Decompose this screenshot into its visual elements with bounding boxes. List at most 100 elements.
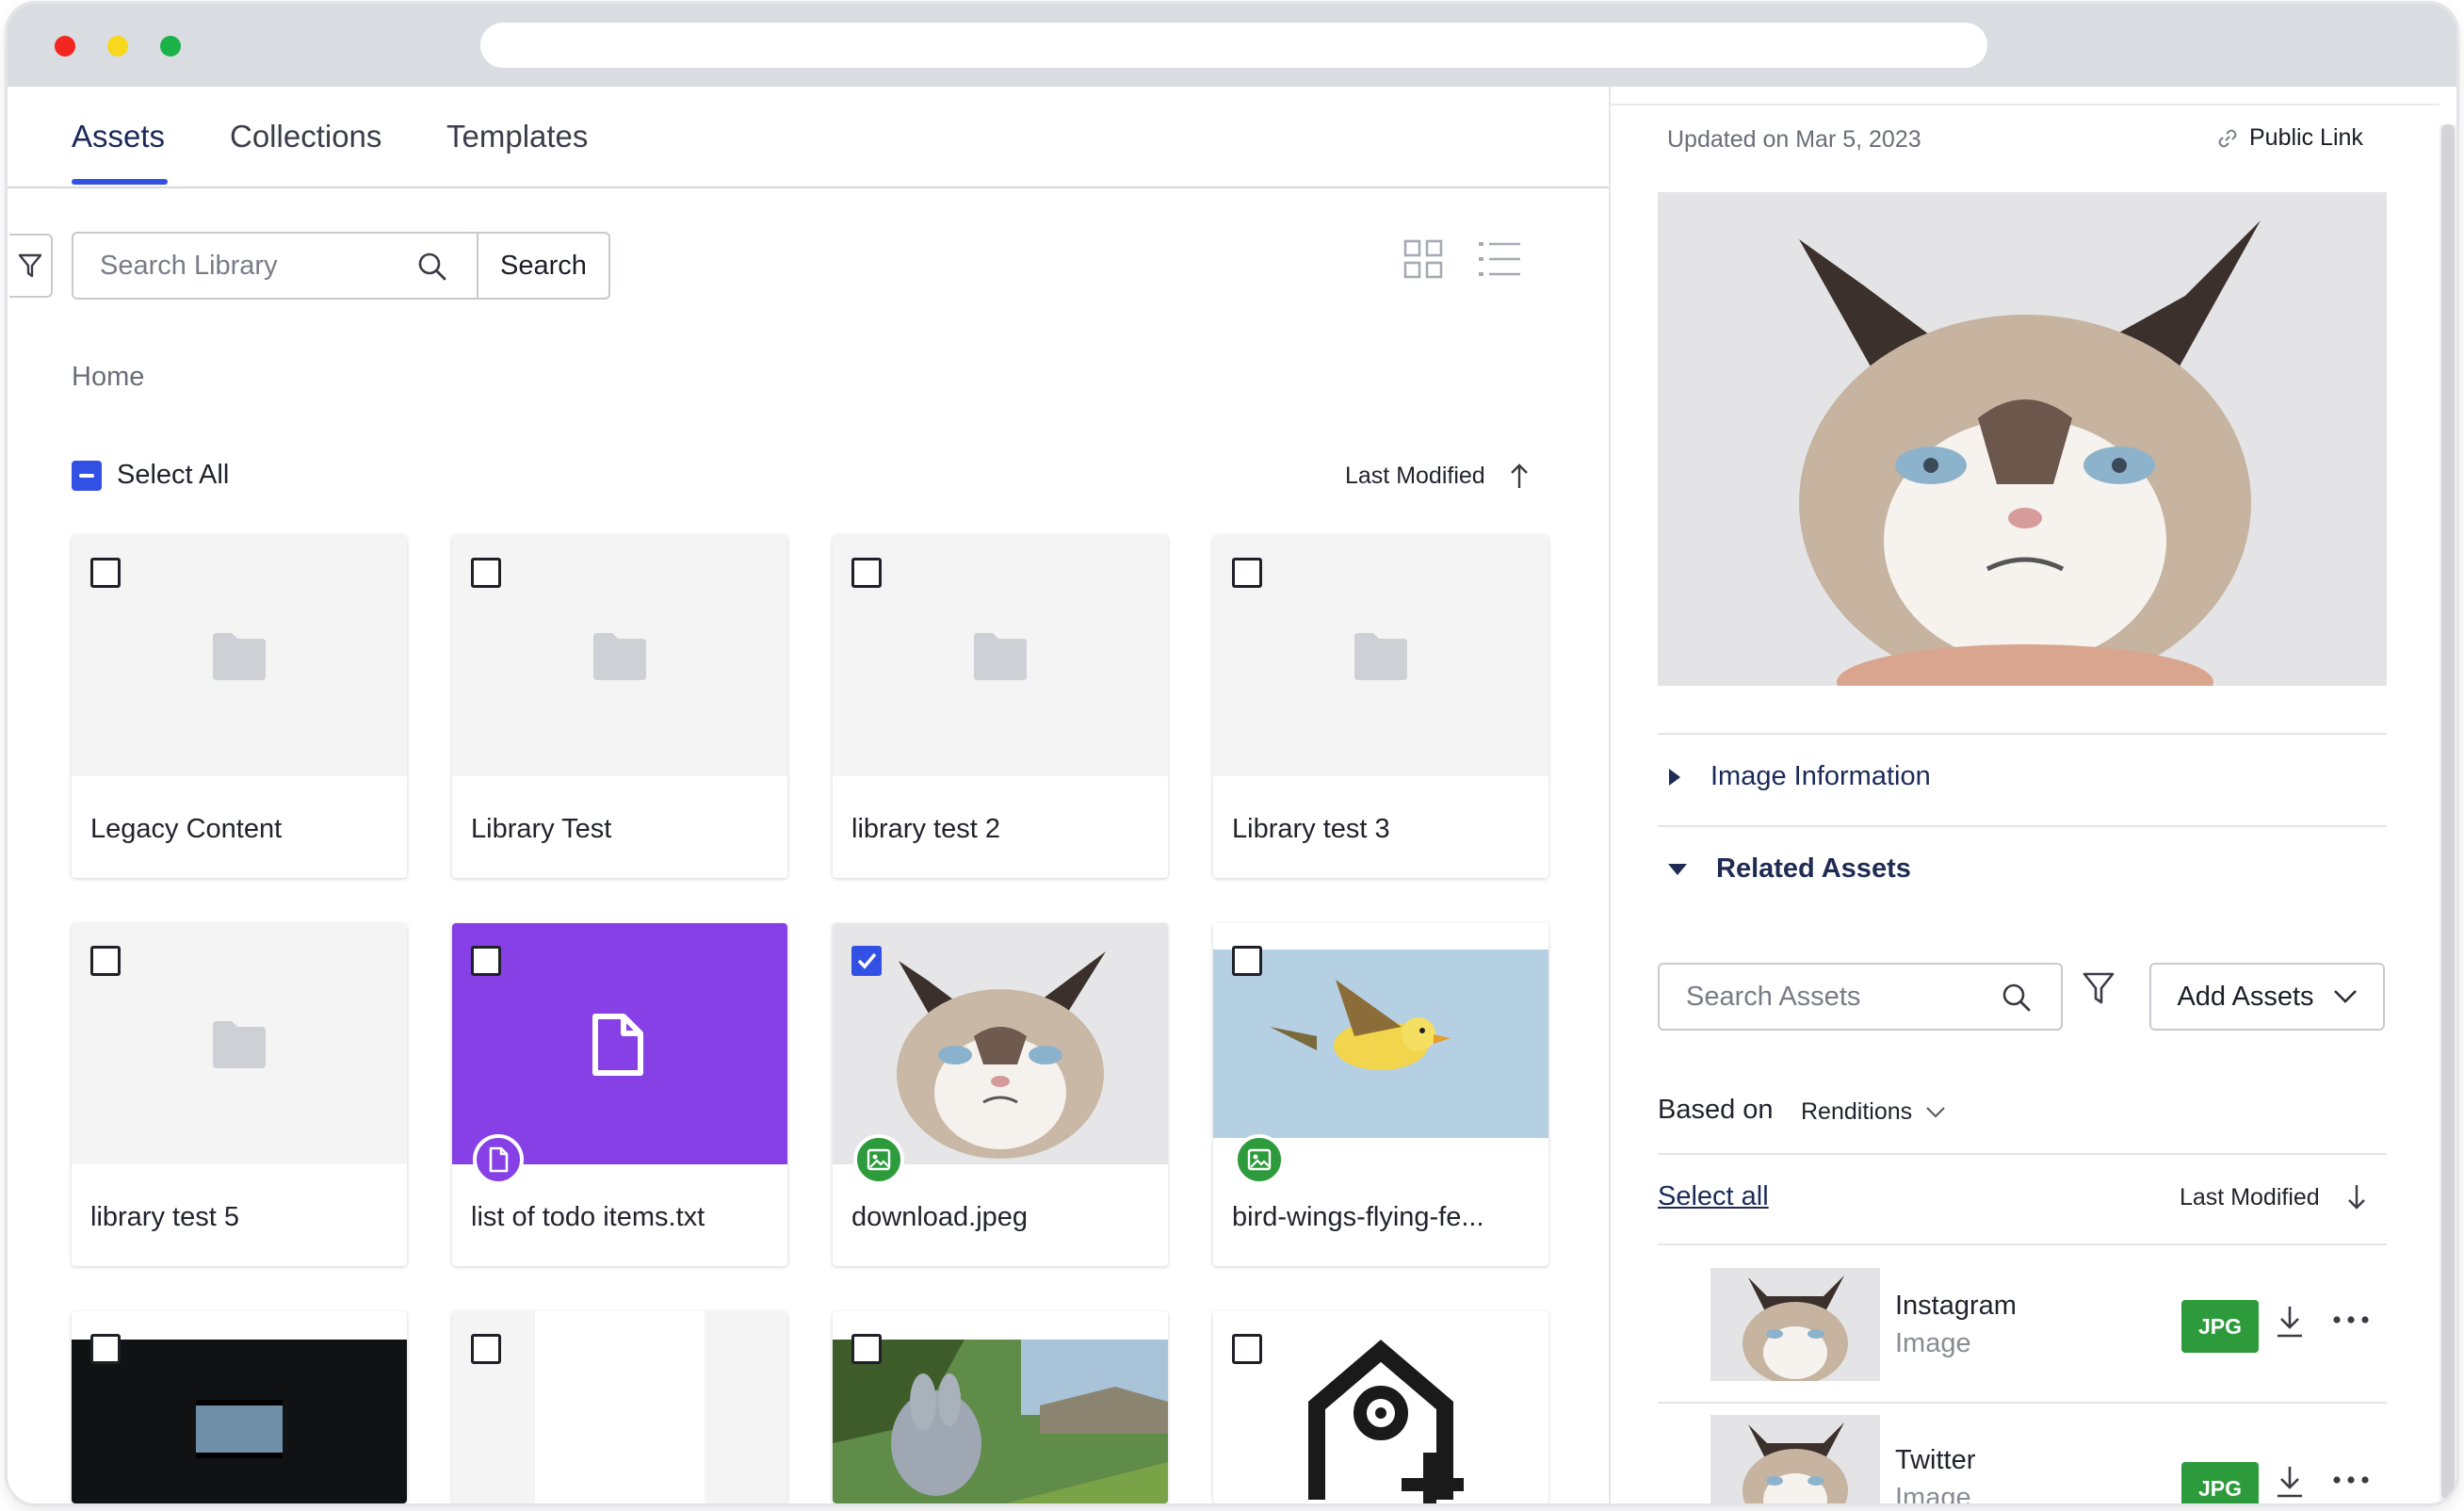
asset-name: list of todo items.txt [471,1202,705,1232]
asset-checkbox[interactable] [1232,946,1262,976]
based-on-label: Based on [1658,1095,1774,1125]
address-bar[interactable] [480,23,1987,68]
tab-assets[interactable]: Assets [72,119,165,154]
asset-name: download.jpeg [851,1202,1029,1232]
filter-icon [18,253,42,278]
asset-card[interactable] [833,1311,1168,1503]
asset-checkbox[interactable] [90,558,121,588]
related-sort-control[interactable]: Last Modified [2180,1183,2367,1211]
breadcrumb[interactable]: Home [72,362,144,393]
select-all-label: Select All [117,460,230,490]
detail-scrollbar[interactable] [2440,124,2456,1503]
maximize-window-button[interactable] [160,36,181,57]
related-asset-thumbnail [1710,1415,1880,1503]
asset-checkbox[interactable] [471,1334,501,1364]
library-search-input[interactable] [100,247,411,284]
sort-label: Last Modified [1345,462,1485,489]
chevron-down-icon [2333,990,2357,1003]
asset-card[interactable]: Legacy Content [72,535,407,878]
download-icon[interactable] [2274,1464,2306,1500]
related-select-all-link[interactable]: Select all [1658,1181,1769,1212]
select-all[interactable]: Select All [72,460,229,491]
asset-card[interactable]: Library Test [452,535,787,878]
related-asset-row[interactable]: Twitter Image JPG [1658,1404,2387,1503]
scrollbar-thumb[interactable] [2441,124,2455,1500]
folder-icon [213,633,266,680]
search-icon[interactable] [416,251,448,283]
cat-image [833,923,1168,1164]
add-assets-button[interactable]: Add Assets [2149,963,2385,1031]
asset-thumbnail-image [833,923,1168,1164]
arrow-down-icon[interactable] [2346,1183,2367,1211]
asset-checkbox-checked[interactable] [851,946,882,976]
asset-checkbox[interactable] [1232,558,1262,588]
asset-checkbox[interactable] [90,946,121,976]
asset-card[interactable]: library test 5 [72,923,407,1266]
library-search-box [72,232,478,300]
asset-checkbox[interactable] [471,946,501,976]
list-view-icon[interactable] [1477,237,1522,283]
grid-view-icon[interactable] [1402,237,1447,283]
related-sort-label: Last Modified [2180,1183,2320,1210]
landscape-image [833,1340,1168,1503]
chevron-down-icon [1926,1106,1945,1118]
asset-name: Library test 3 [1232,814,1390,844]
asset-card[interactable]: list of todo items.txt [452,923,787,1266]
download-icon[interactable] [2274,1304,2306,1340]
divider [1658,825,2387,827]
folder-icon [213,1021,266,1068]
updated-date: Updated on Mar 5, 2023 [1667,126,1921,153]
asset-card[interactable]: Library test 3 [1213,535,1548,878]
add-assets-label: Add Assets [2177,981,2314,1012]
image-badge-icon [1234,1134,1285,1185]
asset-checkbox[interactable] [851,1334,882,1364]
asset-checkbox[interactable] [90,1334,121,1364]
related-asset-name: Instagram [1895,1291,2017,1321]
asset-card[interactable] [452,1311,787,1503]
renditions-dropdown[interactable]: Renditions [1801,1098,1946,1126]
asset-thumbnail [452,535,787,776]
asset-checkbox[interactable] [471,558,501,588]
house-logo [1308,1340,1464,1503]
filter-icon[interactable] [2082,970,2115,1006]
asset-checkbox[interactable] [1232,1334,1262,1364]
filter-button[interactable] [9,234,53,298]
asset-name: Library Test [471,814,612,844]
asset-card[interactable]: download.jpeg [833,923,1168,1266]
chevron-right-icon [1669,768,1680,786]
search-button[interactable]: Search [477,232,610,300]
sort-control[interactable]: Last Modified [1345,462,1531,490]
asset-thumbnail [452,923,787,1164]
divider [1658,1153,2387,1155]
related-assets-toggle[interactable]: Related Assets [1667,853,1911,885]
public-link-button[interactable]: Public Link [2217,124,2363,152]
bird-image [1213,950,1548,1138]
image-information-toggle[interactable]: Image Information [1667,761,1931,792]
related-asset-row[interactable]: Instagram Image JPG [1658,1245,2387,1405]
chevron-down-icon [1668,863,1687,875]
asset-card[interactable] [1213,1311,1548,1503]
asset-thumbnail [72,535,407,776]
minimize-window-button[interactable] [107,36,128,57]
more-options-icon[interactable] [2332,1315,2370,1324]
browser-window: Assets Collections Templates Search Home [8,4,2456,1503]
arrow-up-icon[interactable] [1508,462,1531,490]
search-icon[interactable] [2001,982,2033,1014]
asset-card[interactable]: bird-wings-flying-fe... [1213,923,1548,1266]
renditions-value: Renditions [1801,1098,1913,1125]
image-badge-icon [853,1134,904,1185]
related-assets-label: Related Assets [1716,853,1911,884]
related-asset-type: Image [1895,1483,1971,1503]
asset-card[interactable]: library test 2 [833,535,1168,878]
library-pane: Assets Collections Templates Search Home [8,87,1609,1503]
assets-search-input[interactable] [1686,978,1997,1015]
asset-checkbox[interactable] [851,558,882,588]
tab-collections[interactable]: Collections [230,119,381,154]
tab-templates[interactable]: Templates [446,119,588,154]
more-options-icon[interactable] [2332,1475,2370,1485]
folder-icon [1354,633,1407,680]
asset-card[interactable] [72,1311,407,1503]
related-asset-type: Image [1895,1328,1971,1358]
close-window-button[interactable] [55,36,75,57]
select-all-checkbox[interactable] [72,460,102,491]
